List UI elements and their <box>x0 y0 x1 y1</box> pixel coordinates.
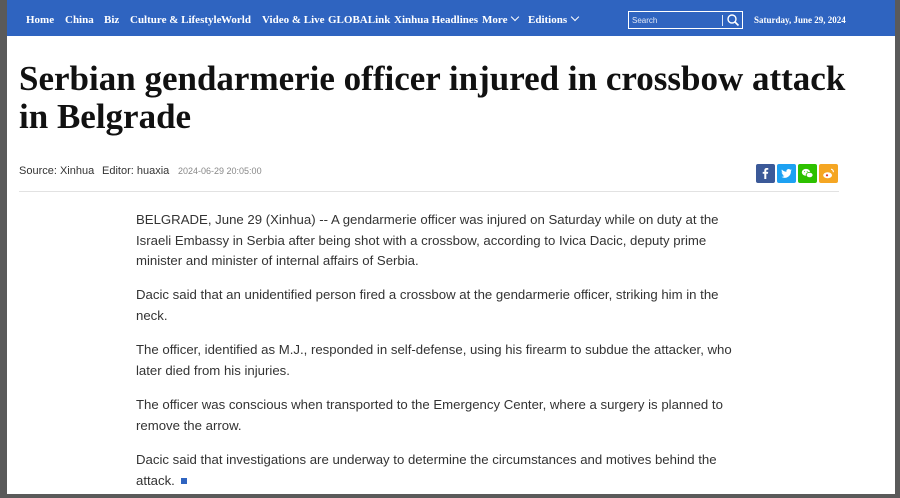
search-icon[interactable] <box>726 13 740 27</box>
article-paragraph-text: Dacic said that investigations are under… <box>136 452 717 488</box>
nav-editions-dropdown[interactable]: Editions <box>528 0 580 36</box>
nav-world[interactable]: World <box>221 0 251 36</box>
search-box <box>628 11 743 29</box>
share-twitter-button[interactable] <box>777 164 796 183</box>
article-title: Serbian gendarmerie officer injured in c… <box>19 59 846 136</box>
screen-frame-left <box>0 0 7 498</box>
twitter-icon <box>781 169 792 178</box>
article-end-icon <box>180 477 187 484</box>
nav-more-dropdown[interactable]: More <box>482 0 520 36</box>
meta-divider <box>19 191 839 192</box>
chevron-down-icon <box>511 12 520 22</box>
article-paragraph: The officer, identified as M.J., respond… <box>136 342 732 378</box>
search-divider <box>722 15 723 26</box>
screen-frame-right <box>895 0 900 498</box>
article-paragraph: The officer was conscious when transport… <box>136 397 723 433</box>
nav-more-label: More <box>482 14 508 26</box>
article-source: Source: Xinhua <box>19 165 95 177</box>
weibo-icon <box>823 168 834 179</box>
nav-xinhua-headlines[interactable]: Xinhua Headlines <box>394 0 478 36</box>
share-facebook-button[interactable] <box>756 164 775 183</box>
share-wechat-button[interactable] <box>798 164 817 183</box>
chevron-down-icon <box>570 12 580 22</box>
article-paragraph: BELGRADE, June 29 (Xinhua) -- A gendarme… <box>136 212 719 268</box>
top-nav-bar: Home China Biz Culture & Lifestyle World… <box>7 0 895 36</box>
share-weibo-button[interactable] <box>819 164 838 183</box>
nav-biz[interactable]: Biz <box>104 0 119 36</box>
header-date: Saturday, June 29, 2024 <box>754 15 846 25</box>
nav-home[interactable]: Home <box>26 0 54 36</box>
article-editor: Editor: huaxia <box>102 165 170 177</box>
nav-video-live[interactable]: Video & Live <box>262 0 325 36</box>
nav-editions-label: Editions <box>528 14 568 26</box>
screen-frame-bottom <box>0 494 900 498</box>
facebook-icon <box>762 168 769 179</box>
article-last-paragraph: Dacic said that investigations are under… <box>136 450 736 491</box>
article-paragraph: Dacic said that an unidentified person f… <box>136 287 719 323</box>
search-input[interactable] <box>632 13 720 27</box>
nav-china[interactable]: China <box>65 0 94 36</box>
nav-culture-lifestyle[interactable]: Culture & Lifestyle <box>130 0 221 36</box>
nav-globalink[interactable]: GLOBALink <box>328 0 390 36</box>
article-timestamp: 2024-06-29 20:05:00 <box>178 166 262 176</box>
wechat-icon <box>801 168 814 179</box>
